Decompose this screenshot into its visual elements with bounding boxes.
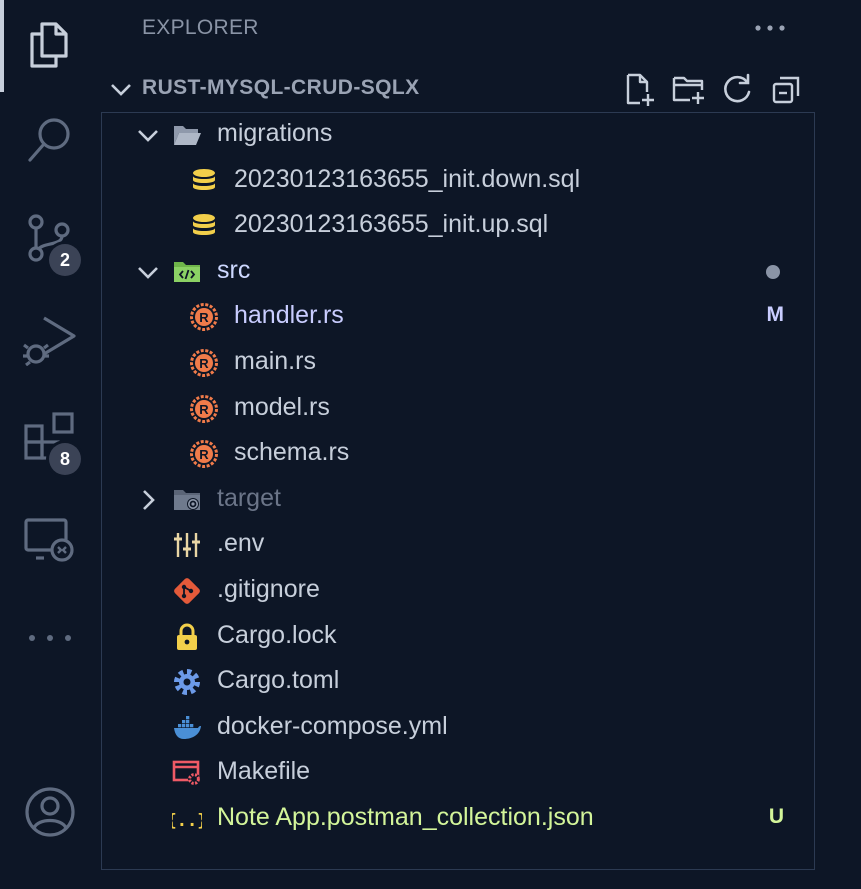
docker-icon — [172, 713, 202, 743]
tree-item[interactable]: Rschema.rs — [102, 432, 814, 476]
rust-icon: R — [189, 348, 219, 378]
svg-text:R: R — [199, 310, 209, 325]
tree-item[interactable]: Cargo.lock — [102, 615, 814, 659]
chevron-down-icon[interactable] — [108, 76, 134, 102]
rust-icon: R — [189, 439, 219, 469]
explorer-title: EXPLORER — [142, 16, 259, 39]
chevron-down-icon[interactable] — [135, 122, 161, 148]
tree-item[interactable]: 20230123163655_init.down.sql — [102, 159, 814, 203]
makefile-icon — [172, 758, 202, 788]
tree-item[interactable]: Rmodel.rs — [102, 387, 814, 431]
git-status-badge: M — [766, 303, 785, 327]
tree-item-label: Cargo.lock — [217, 620, 337, 649]
tree-item-label: target — [217, 483, 281, 512]
tree-item-label: .gitignore — [217, 575, 320, 603]
tree-item[interactable]: .env — [102, 523, 814, 567]
tree-item-label: .env — [217, 529, 265, 558]
tree-item-label: Cargo.toml — [217, 666, 340, 695]
rust-icon: R — [189, 302, 219, 332]
git-status-badge: U — [768, 805, 784, 828]
new-file-icon[interactable] — [622, 72, 656, 106]
svg-text:R: R — [199, 402, 209, 417]
tree-item[interactable]: Makefile — [102, 751, 814, 795]
source-control-badge: 2 — [49, 244, 81, 276]
outline-section-peek — [100, 878, 820, 889]
tree-item[interactable]: {..} Note App.postman_collection.json U — [102, 797, 814, 841]
gear-icon — [172, 667, 202, 697]
tree-item[interactable]: .gitignore — [102, 569, 814, 613]
tree-item-label: 20230123163655_init.up.sql — [234, 210, 549, 239]
tree-item[interactable]: migrations — [102, 113, 814, 157]
tree-item-label: model.rs — [234, 392, 330, 421]
target-folder-icon — [172, 485, 202, 515]
tree-item-label: schema.rs — [234, 438, 350, 467]
extensions-badge: 8 — [49, 443, 81, 475]
tree-item-label: src — [217, 255, 251, 284]
tree-item[interactable]: 20230123163655_init.up.sql — [102, 204, 814, 248]
tree-item-label: main.rs — [234, 347, 316, 375]
run-debug-icon[interactable] — [22, 310, 78, 367]
refresh-icon[interactable] — [720, 72, 754, 106]
tree-item[interactable]: Rmain.rs — [102, 341, 814, 385]
database-icon — [189, 166, 219, 196]
account-icon[interactable] — [22, 784, 78, 840]
collapse-all-icon[interactable] — [770, 72, 804, 106]
src-folder-icon — [172, 257, 202, 287]
database-icon — [189, 211, 219, 241]
tree-item[interactable]: target — [102, 478, 814, 522]
json-icon: {..} — [167, 804, 208, 834]
tree-item[interactable]: src — [102, 250, 814, 294]
folder-open-icon — [172, 120, 202, 150]
svg-text:R: R — [199, 356, 209, 371]
tree-item-label: handler.rs — [234, 301, 344, 330]
rust-icon: R — [189, 394, 219, 424]
svg-text:{..}: {..} — [172, 811, 202, 831]
lock-icon — [172, 622, 202, 652]
tree-item[interactable]: Cargo.toml — [102, 660, 814, 704]
tree-item-label: migrations — [217, 119, 333, 147]
remote-explorer-icon[interactable] — [22, 512, 78, 568]
activity-bar: 2 8 — [0, 0, 100, 889]
active-indicator — [0, 0, 4, 92]
search-icon[interactable] — [22, 112, 78, 168]
tree-item[interactable]: Rhandler.rs M — [102, 295, 814, 339]
tree-item-label: docker-compose.yml — [217, 711, 448, 740]
modified-dot — [766, 264, 780, 279]
tree-item[interactable]: docker-compose.yml — [102, 706, 814, 750]
chevron-down-icon[interactable] — [135, 259, 161, 285]
file-tree: migrations 20230123163655_init.down.sql 20… — [101, 112, 815, 870]
more-views-icon[interactable] — [22, 610, 78, 666]
env-icon — [172, 530, 202, 560]
git-icon — [172, 576, 202, 606]
tree-item-label: 20230123163655_init.down.sql — [234, 164, 581, 193]
tree-item-label: Makefile — [217, 757, 311, 786]
explorer-icon[interactable] — [22, 16, 78, 72]
chevron-right-icon[interactable] — [135, 487, 161, 513]
new-folder-icon[interactable] — [672, 72, 706, 106]
workspace-section-header[interactable]: RUST-MYSQL-CRUD-SQLX — [100, 70, 820, 108]
tree-item-label: Note App.postman_collection.json — [217, 803, 594, 831]
more-actions-icon[interactable] — [752, 14, 788, 42]
svg-text:R: R — [199, 447, 209, 462]
workspace-title: RUST-MYSQL-CRUD-SQLX — [142, 76, 420, 99]
